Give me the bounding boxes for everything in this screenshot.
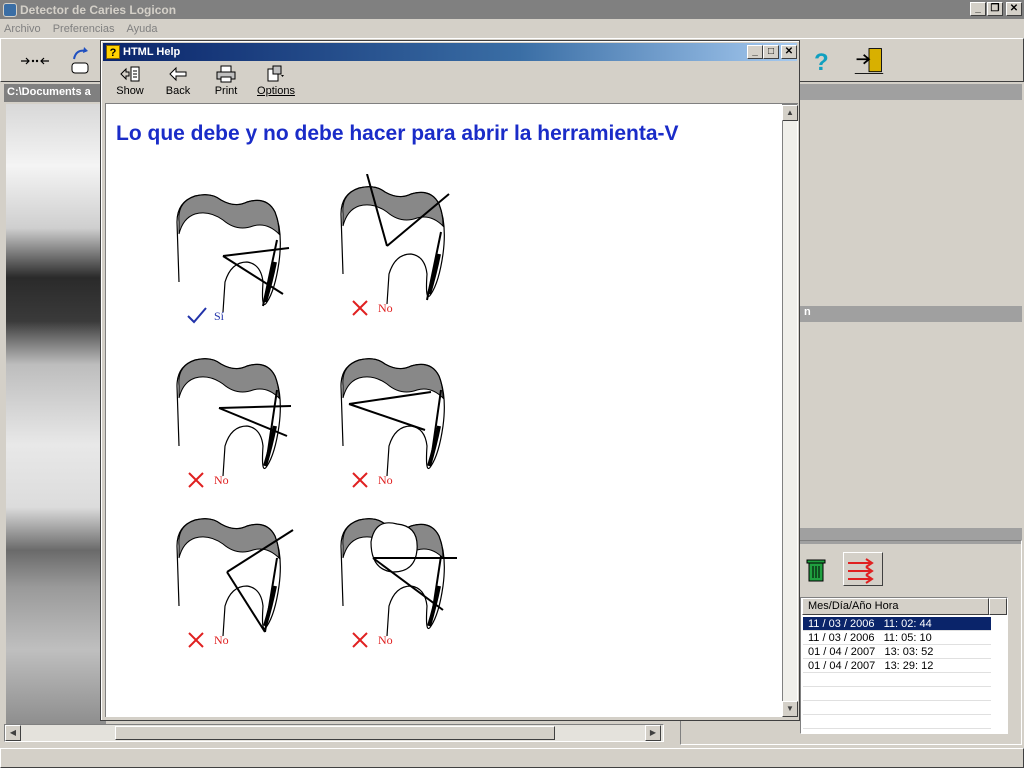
help-maximize-button[interactable]: □ bbox=[763, 45, 779, 59]
menu-bar: Archivo Preferencias Ayuda bbox=[0, 19, 1024, 38]
file-path-header: C:\Documents a bbox=[4, 84, 104, 102]
table-row[interactable]: 11 / 03 / 2006 11: 02: 44 bbox=[803, 617, 991, 631]
verdict-label: No bbox=[378, 632, 393, 647]
menu-ayuda[interactable]: Ayuda bbox=[126, 23, 157, 35]
verdict-wrong: No bbox=[186, 630, 229, 650]
transfer-arrows-button[interactable] bbox=[843, 552, 883, 586]
tooth-drawing bbox=[176, 518, 294, 637]
back-arrow-icon bbox=[166, 64, 190, 84]
cross-icon bbox=[188, 632, 204, 648]
table-empty-row bbox=[803, 673, 991, 687]
tooth-example: No bbox=[326, 346, 466, 496]
help-heading: Lo que debe y no debe hacer para abrir l… bbox=[116, 122, 679, 145]
rotate-tooth-icon[interactable] bbox=[67, 45, 99, 77]
restore-button[interactable]: ❐ bbox=[987, 2, 1003, 16]
table-empty-row bbox=[803, 701, 991, 715]
main-window-title: Detector de Caries Logicon bbox=[20, 2, 177, 17]
scroll-up-button[interactable]: ▲ bbox=[782, 105, 798, 121]
tooth-drawing bbox=[340, 358, 445, 477]
verdict-wrong: No bbox=[350, 298, 393, 318]
right-panel-area-2 bbox=[802, 322, 1020, 522]
print-button[interactable]: Print bbox=[201, 64, 251, 102]
verdict-label: No bbox=[214, 472, 229, 487]
cross-icon bbox=[352, 300, 368, 316]
menu-preferencias[interactable]: Preferencias bbox=[53, 23, 115, 35]
table-header-date-time[interactable]: Mes/Día/Año Hora bbox=[802, 598, 989, 615]
table-row[interactable]: 01 / 04 / 2007 13: 29: 12 bbox=[803, 659, 991, 673]
help-minimize-button[interactable]: _ bbox=[747, 45, 763, 59]
help-toolbar: Show Back Print Options bbox=[103, 62, 797, 104]
table-row[interactable]: 11 / 03 / 2006 11: 05: 10 bbox=[803, 631, 991, 645]
status-bar bbox=[0, 748, 1024, 768]
show-panel-icon bbox=[118, 64, 142, 84]
help-vertical-scrollbar[interactable]: ▲ ▼ bbox=[782, 104, 798, 717]
checkmark-icon bbox=[187, 307, 207, 324]
tooth-drawing bbox=[340, 174, 450, 305]
help-content-pane: Lo que debe y no debe hacer para abrir l… bbox=[105, 103, 798, 717]
options-label: Options bbox=[257, 85, 295, 97]
options-icon bbox=[264, 64, 288, 84]
tooth-example: Sí bbox=[162, 182, 302, 332]
tooth-drawing bbox=[340, 518, 457, 637]
verdict-label: No bbox=[378, 472, 393, 487]
verdict-wrong: No bbox=[350, 470, 393, 490]
menu-archivo[interactable]: Archivo bbox=[4, 23, 41, 35]
verdict-label: No bbox=[378, 300, 393, 315]
help-book-icon: ? bbox=[106, 45, 120, 59]
tooth-example: No bbox=[326, 174, 466, 324]
right-panel-header-text: n bbox=[804, 306, 811, 318]
table-empty-row bbox=[803, 715, 991, 729]
print-label: Print bbox=[214, 85, 238, 97]
records-table: Mes/Día/Año Hora 11 / 03 / 2006 11: 02: … bbox=[800, 597, 1008, 734]
show-button[interactable]: Show bbox=[105, 64, 155, 102]
table-header-extra[interactable] bbox=[989, 598, 1007, 615]
table-row[interactable]: 01 / 04 / 2007 13: 03: 52 bbox=[803, 645, 991, 659]
help-title-bar: ? HTML Help _ □ ✕ bbox=[103, 43, 797, 61]
right-panel-header-1 bbox=[800, 84, 1022, 100]
help-window-title: HTML Help bbox=[123, 46, 181, 58]
close-button[interactable]: ✕ bbox=[1006, 2, 1022, 16]
minimize-button[interactable]: _ bbox=[970, 2, 986, 16]
app-logo-icon bbox=[3, 2, 17, 17]
cross-icon bbox=[352, 632, 368, 648]
cross-icon bbox=[188, 472, 204, 488]
scroll-left-button[interactable]: ◀ bbox=[5, 725, 21, 741]
svg-text:?: ? bbox=[814, 49, 829, 74]
tooth-example: No bbox=[162, 346, 302, 496]
show-label: Show bbox=[116, 85, 144, 97]
back-button[interactable]: Back bbox=[153, 64, 203, 102]
arrows-inward-icon[interactable] bbox=[19, 45, 51, 77]
exit-door-icon[interactable] bbox=[853, 45, 885, 77]
help-question-icon[interactable]: ? bbox=[805, 45, 837, 77]
scroll-right-button[interactable]: ▶ bbox=[645, 725, 661, 741]
verdict-wrong: No bbox=[350, 630, 393, 650]
right-panel-area-1 bbox=[802, 100, 1020, 300]
printer-icon bbox=[214, 64, 238, 84]
verdict-wrong: No bbox=[186, 470, 229, 490]
scroll-down-button[interactable]: ▼ bbox=[782, 701, 798, 717]
help-close-button[interactable]: ✕ bbox=[781, 45, 797, 59]
delete-trash-icon[interactable] bbox=[803, 556, 829, 584]
tooth-example: No bbox=[162, 506, 302, 656]
cross-icon bbox=[352, 472, 368, 488]
options-button[interactable]: Options bbox=[251, 64, 301, 102]
tooth-drawing bbox=[176, 194, 290, 313]
main-title-bar: Detector de Caries Logicon _ ❐ ✕ bbox=[0, 0, 1024, 19]
verdict-label: No bbox=[214, 632, 229, 647]
back-label: Back bbox=[165, 85, 191, 97]
tooth-example: No bbox=[326, 506, 466, 656]
table-empty-row bbox=[803, 687, 991, 701]
image-horizontal-scrollbar[interactable]: ◀ ▶ bbox=[4, 724, 664, 742]
right-panel-header-2: n bbox=[800, 306, 1022, 322]
scroll-thumb[interactable] bbox=[115, 726, 555, 740]
tooth-drawing bbox=[176, 358, 292, 477]
xray-image bbox=[6, 104, 106, 724]
html-help-window: ? HTML Help _ □ ✕ Show Back Print Option… bbox=[100, 40, 800, 721]
verdict-label: Sí bbox=[214, 308, 225, 323]
verdict-correct: Sí bbox=[186, 306, 224, 326]
